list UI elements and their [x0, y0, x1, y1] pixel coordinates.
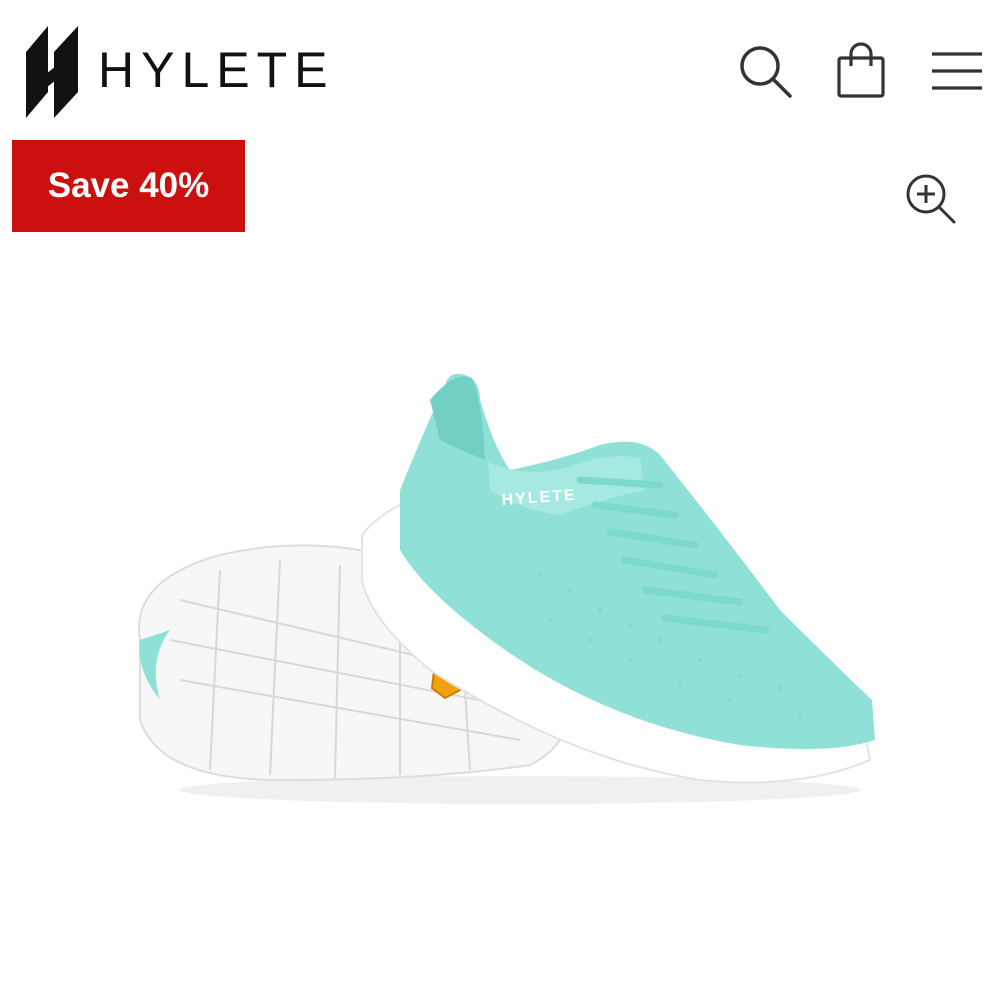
brand-wordmark: HYLETE	[98, 42, 335, 98]
zoom-in-icon	[906, 174, 956, 224]
site-header: HYLETE	[0, 0, 1000, 130]
shopping-bag-icon	[837, 42, 885, 98]
shopping-bag-button[interactable]	[832, 42, 890, 100]
brand-logo[interactable]: HYLETE	[26, 22, 335, 118]
menu-button[interactable]	[928, 42, 986, 100]
discount-badge: Save 40%	[12, 140, 245, 232]
search-icon	[740, 46, 792, 98]
product-image[interactable]: HYLETE	[100, 340, 900, 820]
zoom-button[interactable]	[902, 170, 958, 226]
hylete-logo-mark-icon	[26, 26, 78, 118]
hamburger-menu-icon	[932, 52, 982, 90]
sneaker-image: HYLETE	[138, 373, 875, 804]
search-button[interactable]	[736, 42, 794, 100]
